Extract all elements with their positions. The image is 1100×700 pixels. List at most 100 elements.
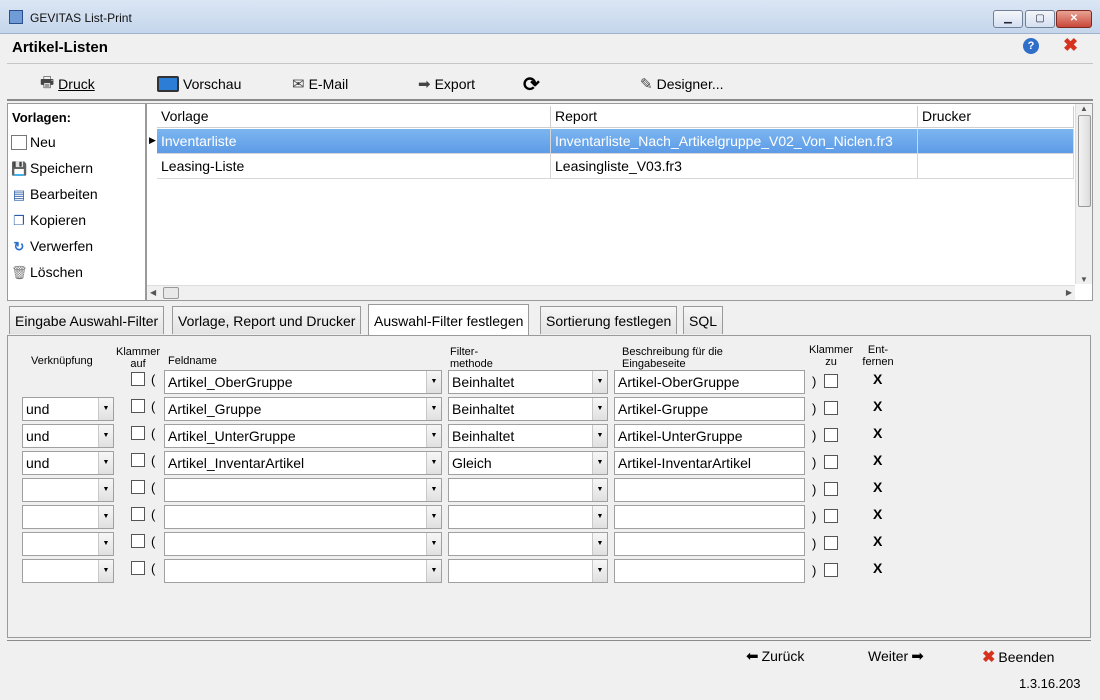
- table-row[interactable]: Inventarliste Inventarliste_Nach_Artikel…: [157, 129, 1074, 154]
- chevron-down-icon[interactable]: ▼: [426, 506, 441, 528]
- beschreibung-input[interactable]: Artikel-InventarArtikel: [614, 451, 805, 475]
- close-icon[interactable]: ✖: [1063, 35, 1078, 56]
- chevron-down-icon[interactable]: ▼: [98, 452, 113, 474]
- speichern-button[interactable]: 💾 Speichern: [11, 157, 93, 179]
- horizontal-scrollbar[interactable]: ◀ ▶: [147, 285, 1075, 300]
- beschreibung-input[interactable]: Artikel-Gruppe: [614, 397, 805, 421]
- verknuepfung-select[interactable]: ▼: [22, 559, 114, 583]
- remove-row-button[interactable]: X: [873, 452, 882, 468]
- remove-row-button[interactable]: X: [873, 560, 882, 576]
- remove-row-button[interactable]: X: [873, 425, 882, 441]
- email-button[interactable]: ✉ E-Mail: [292, 73, 348, 95]
- chevron-down-icon[interactable]: ▼: [592, 452, 607, 474]
- column-header-report[interactable]: Report: [551, 106, 918, 128]
- feldname-select[interactable]: ▼: [164, 478, 442, 502]
- klammer-auf-checkbox[interactable]: [131, 507, 145, 521]
- loeschen-button[interactable]: 🗑 Löschen: [11, 261, 83, 283]
- beschreibung-input[interactable]: Artikel-OberGruppe: [614, 370, 805, 394]
- klammer-auf-checkbox[interactable]: [131, 372, 145, 386]
- chevron-down-icon[interactable]: ▼: [426, 371, 441, 393]
- tab-auswahl-filter-festlegen[interactable]: Auswahl-Filter festlegen: [368, 304, 530, 336]
- bearbeiten-button[interactable]: ▤ Bearbeiten: [11, 183, 98, 205]
- beschreibung-input[interactable]: [614, 478, 805, 502]
- klammer-auf-checkbox[interactable]: [131, 480, 145, 494]
- remove-row-button[interactable]: X: [873, 371, 882, 387]
- klammer-zu-checkbox[interactable]: [824, 455, 838, 469]
- klammer-zu-checkbox[interactable]: [824, 509, 838, 523]
- chevron-down-icon[interactable]: ▼: [98, 560, 113, 582]
- klammer-auf-checkbox[interactable]: [131, 534, 145, 548]
- chevron-down-icon[interactable]: ▼: [98, 479, 113, 501]
- chevron-down-icon[interactable]: ▼: [98, 425, 113, 447]
- tab-eingabe-auswahl-filter[interactable]: Eingabe Auswahl-Filter: [9, 306, 165, 334]
- chevron-down-icon[interactable]: ▼: [98, 533, 113, 555]
- verknuepfung-select[interactable]: ▼: [22, 505, 114, 529]
- kopieren-button[interactable]: ❐ Kopieren: [11, 209, 86, 231]
- filtermethode-select[interactable]: Beinhaltet ▼: [448, 424, 608, 448]
- remove-row-button[interactable]: X: [873, 533, 882, 549]
- klammer-zu-checkbox[interactable]: [824, 536, 838, 550]
- feldname-select[interactable]: ▼: [164, 532, 442, 556]
- chevron-down-icon[interactable]: ▼: [98, 398, 113, 420]
- verknuepfung-select[interactable]: ▼: [22, 532, 114, 556]
- feldname-select[interactable]: Artikel_OberGruppe ▼: [164, 370, 442, 394]
- klammer-auf-checkbox[interactable]: [131, 426, 145, 440]
- filtermethode-select[interactable]: ▼: [448, 478, 608, 502]
- help-icon[interactable]: ?: [1023, 38, 1039, 54]
- klammer-auf-checkbox[interactable]: [131, 561, 145, 575]
- klammer-zu-checkbox[interactable]: [824, 482, 838, 496]
- scroll-thumb[interactable]: [1077, 115, 1091, 207]
- chevron-down-icon[interactable]: ▼: [426, 560, 441, 582]
- remove-row-button[interactable]: X: [873, 506, 882, 522]
- filtermethode-select[interactable]: Beinhaltet ▼: [448, 370, 608, 394]
- verknuepfung-select[interactable]: ▼: [22, 478, 114, 502]
- chevron-down-icon[interactable]: ▼: [592, 479, 607, 501]
- zurueck-button[interactable]: ⬅ Zurück: [746, 647, 804, 665]
- klammer-auf-checkbox[interactable]: [131, 453, 145, 467]
- remove-row-button[interactable]: X: [873, 398, 882, 414]
- chevron-down-icon[interactable]: ▼: [592, 425, 607, 447]
- feldname-select[interactable]: Artikel_UnterGruppe ▼: [164, 424, 442, 448]
- scroll-up-icon[interactable]: ▲: [1076, 104, 1092, 113]
- export-button[interactable]: ➡ Export: [418, 73, 475, 95]
- verknuepfung-select[interactable]: und ▼: [22, 397, 114, 421]
- klammer-zu-checkbox[interactable]: [824, 374, 838, 388]
- chevron-down-icon[interactable]: ▼: [426, 533, 441, 555]
- klammer-zu-checkbox[interactable]: [824, 428, 838, 442]
- chevron-down-icon[interactable]: ▼: [592, 560, 607, 582]
- chevron-down-icon[interactable]: ▼: [592, 371, 607, 393]
- chevron-down-icon[interactable]: ▼: [426, 398, 441, 420]
- minimize-button[interactable]: ▁: [993, 10, 1023, 28]
- chevron-down-icon[interactable]: ▼: [426, 479, 441, 501]
- scroll-left-icon[interactable]: ◀: [150, 288, 156, 297]
- close-window-button[interactable]: ✕: [1056, 10, 1092, 28]
- klammer-zu-checkbox[interactable]: [824, 401, 838, 415]
- beschreibung-input[interactable]: Artikel-UnterGruppe: [614, 424, 805, 448]
- filtermethode-select[interactable]: ▼: [448, 532, 608, 556]
- h-scroll-thumb[interactable]: [163, 287, 179, 299]
- filtermethode-select[interactable]: Gleich ▼: [448, 451, 608, 475]
- filtermethode-select[interactable]: ▼: [448, 505, 608, 529]
- scroll-down-icon[interactable]: ▼: [1076, 275, 1092, 284]
- klammer-auf-checkbox[interactable]: [131, 399, 145, 413]
- vertical-scrollbar[interactable]: ▲ ▼: [1075, 104, 1092, 284]
- column-header-drucker[interactable]: Drucker: [918, 106, 1074, 128]
- beschreibung-input[interactable]: [614, 505, 805, 529]
- chevron-down-icon[interactable]: ▼: [426, 425, 441, 447]
- weiter-button[interactable]: Weiter ➡: [868, 647, 924, 665]
- filtermethode-select[interactable]: Beinhaltet ▼: [448, 397, 608, 421]
- chevron-down-icon[interactable]: ▼: [592, 533, 607, 555]
- designer-button[interactable]: ✎ Designer...: [640, 73, 724, 95]
- column-header-vorlage[interactable]: Vorlage: [157, 106, 551, 128]
- table-row[interactable]: Leasing-Liste Leasingliste_V03.fr3: [157, 154, 1074, 179]
- tab-sortierung-festlegen[interactable]: Sortierung festlegen: [540, 306, 678, 334]
- maximize-button[interactable]: ▢: [1025, 10, 1055, 28]
- chevron-down-icon[interactable]: ▼: [426, 452, 441, 474]
- remove-row-button[interactable]: X: [873, 479, 882, 495]
- neu-button[interactable]: Neu: [11, 131, 56, 153]
- feldname-select[interactable]: ▼: [164, 559, 442, 583]
- beenden-button[interactable]: ✖ Beenden: [982, 647, 1054, 667]
- tab-sql[interactable]: SQL: [683, 306, 724, 334]
- feldname-select[interactable]: Artikel_InventarArtikel ▼: [164, 451, 442, 475]
- beschreibung-input[interactable]: [614, 532, 805, 556]
